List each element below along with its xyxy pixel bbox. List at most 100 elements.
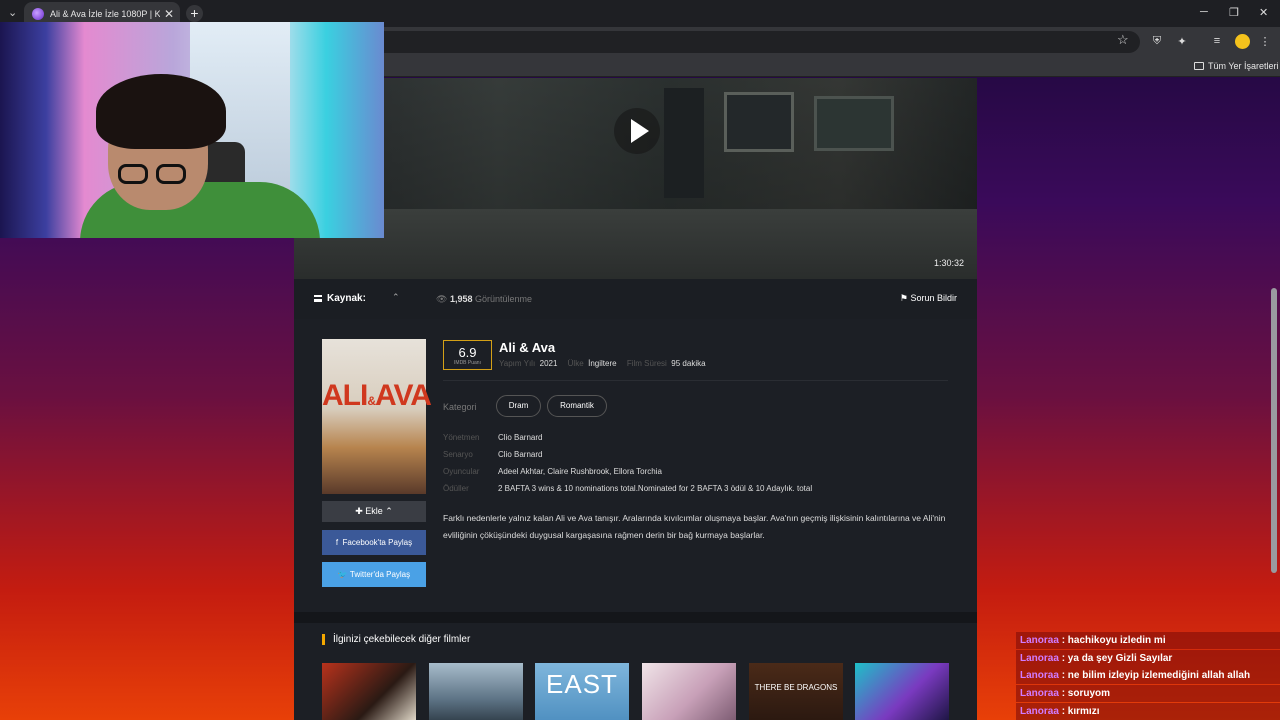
chat-message: Lanoraa : ya da şey Gizli Sayılar xyxy=(1016,650,1280,667)
view-count: 👁 1,958 Görüntülenme xyxy=(436,294,532,305)
folder-icon xyxy=(1194,62,1204,70)
source-selector[interactable]: Kaynak: xyxy=(314,293,366,304)
rating-source: IMDB Puanı xyxy=(454,360,481,366)
cast-value[interactable]: Adeel Akhtar, Claire Rushbrook, Ellora T… xyxy=(498,467,662,476)
twitter-share-button[interactable]: 🐦 Twitter'da Paylaş xyxy=(322,562,426,587)
page-scrollbar[interactable] xyxy=(1271,288,1277,573)
awards-label: Ödüller xyxy=(443,484,469,493)
film-description: Farklı nedenlerle yalnız kalan Ali ve Av… xyxy=(443,513,946,540)
minimize-icon[interactable]: ─ xyxy=(1200,6,1208,18)
writer-value[interactable]: Clio Barnard xyxy=(498,450,542,459)
poster-title-right: AVA xyxy=(375,379,432,412)
hamburger-icon xyxy=(314,295,322,302)
bookmark-star-icon[interactable]: ☆ xyxy=(1117,32,1129,48)
country-value: İngiltere xyxy=(588,359,617,368)
extension-shield-icon[interactable]: ⛨ xyxy=(1150,35,1164,49)
tab-search-chevron-icon[interactable]: ⌄ xyxy=(8,6,22,20)
chat-username: Lanoraa xyxy=(1020,670,1059,681)
related-film-thumb[interactable]: EAST xyxy=(535,663,629,720)
year-label: Yapım Yılı xyxy=(499,359,536,368)
chat-message: Lanoraa : kırmızı xyxy=(1016,703,1280,720)
chat-text: : hachikoyu izledin mi xyxy=(1061,635,1166,646)
facebook-share-button[interactable]: f Facebook'ta Paylaş xyxy=(322,530,426,555)
tab-close-icon[interactable]: ✕ xyxy=(164,7,174,21)
facebook-share-label: Facebook'ta Paylaş xyxy=(342,538,413,547)
stream-chat: Lanoraa : hachikoyu izledin mi Lanoraa :… xyxy=(1016,632,1280,720)
poster-title: ALI&AVA xyxy=(322,379,432,413)
poster-title-amp: & xyxy=(367,394,376,408)
source-bar: Kaynak: ⌃ 👁 1,958 Görüntülenme ⚑ Sorun B… xyxy=(294,279,977,319)
main-content: 1:30:32 Kaynak: ⌃ 👁 1,958 Görüntülenme ⚑… xyxy=(294,78,977,720)
chat-message: Lanoraa : soruyom xyxy=(1016,685,1280,702)
video-duration: 1:30:32 xyxy=(933,258,964,268)
views-label: Görüntülenme xyxy=(475,294,533,304)
film-title: Ali & Ava xyxy=(499,340,556,355)
related-title: İlginizi çekebilecek diğer filmler xyxy=(322,634,470,645)
cast-label: Oyuncular xyxy=(443,467,480,476)
views-number: 1,958 xyxy=(449,294,473,304)
related-film-thumb[interactable]: THERE BE DRAGONS xyxy=(749,663,843,720)
chat-username: Lanoraa xyxy=(1020,635,1059,646)
cam-person-hair xyxy=(96,74,226,149)
year-value: 2021 xyxy=(539,359,558,368)
all-bookmarks-folder[interactable]: Tüm Yer İşaretleri xyxy=(1194,61,1279,71)
menu-kebab-icon[interactable]: ⋮ xyxy=(1258,35,1272,49)
chat-message: Lanoraa : hachikoyu izledin mi xyxy=(1016,632,1280,649)
director-label: Yönetmen xyxy=(443,433,480,442)
chevron-up-icon[interactable]: ⌃ xyxy=(392,292,400,303)
new-tab-button[interactable]: + xyxy=(186,5,203,22)
country-label: Ülke xyxy=(567,359,584,368)
poster-title-left: ALI xyxy=(322,379,368,412)
video-player[interactable]: 1:30:32 xyxy=(294,78,977,279)
bookmarks-folder-label: Tüm Yer İşaretleri xyxy=(1208,61,1279,71)
cam-person-glasses xyxy=(118,164,190,184)
related-thumb-title: THERE BE DRAGONS xyxy=(754,683,838,692)
film-poster: ALI&AVA xyxy=(322,339,432,494)
twitter-share-label: Twitter'da Paylaş xyxy=(349,570,411,579)
report-problem-button[interactable]: ⚑ Sorun Bildir xyxy=(900,293,957,304)
category-chip-romantik[interactable]: Romantik xyxy=(547,395,607,417)
duration-label: Film Süresi xyxy=(626,359,667,368)
related-film-thumb[interactable] xyxy=(429,663,523,720)
scene-window xyxy=(814,96,894,151)
add-button[interactable]: ✚ Ekle ⌃ xyxy=(322,501,426,522)
chat-message: Lanoraa : ne bilim izleyip izlemediğini … xyxy=(1016,667,1280,684)
chat-text: : soruyom xyxy=(1061,688,1111,699)
tab-title: Ali & Ava İzle İzle 1080P | Kült F xyxy=(50,9,160,19)
twitter-icon: 🐦 xyxy=(337,570,348,579)
chat-username: Lanoraa xyxy=(1020,653,1059,664)
related-film-thumb[interactable] xyxy=(855,663,949,720)
play-icon xyxy=(631,119,649,143)
related-film-thumb[interactable] xyxy=(322,663,416,720)
rating-value: 6.9 xyxy=(458,345,477,360)
chat-text: : ya da şey Gizli Sayılar xyxy=(1061,653,1173,664)
duration-value: 95 dakika xyxy=(671,359,706,368)
flag-icon: ⚑ xyxy=(899,293,908,303)
chat-text: : kırmızı xyxy=(1061,706,1100,717)
chat-username: Lanoraa xyxy=(1020,688,1059,699)
related-films: İlginizi çekebilecek diğer filmler EAST … xyxy=(294,623,977,720)
profile-avatar[interactable] xyxy=(1235,34,1250,49)
director-value[interactable]: Clio Barnard xyxy=(498,433,542,442)
awards-value: 2 BAFTA 3 wins & 10 nominations total.No… xyxy=(498,484,813,493)
favicon-icon xyxy=(32,8,44,20)
play-button[interactable] xyxy=(614,108,660,154)
eye-icon: 👁 xyxy=(436,294,448,304)
category-chip-dram[interactable]: Dram xyxy=(496,395,541,417)
chat-text: : ne bilim izleyip izlemediğini allah al… xyxy=(1061,670,1251,681)
report-label: Sorun Bildir xyxy=(910,293,957,303)
extensions-puzzle-icon[interactable]: ✦ xyxy=(1175,35,1189,49)
related-film-thumb[interactable] xyxy=(642,663,736,720)
close-window-icon[interactable]: ✕ xyxy=(1259,6,1268,19)
writer-label: Senaryo xyxy=(443,450,473,459)
scene-wall xyxy=(294,209,977,279)
imdb-rating-badge: 6.9 IMDB Puanı xyxy=(443,340,492,370)
facebook-icon: f xyxy=(335,538,339,547)
related-thumb-title: EAST xyxy=(546,669,618,699)
maximize-icon[interactable]: ❐ xyxy=(1229,6,1239,19)
category-label: Kategori xyxy=(443,402,477,412)
media-queue-icon[interactable]: ≡ xyxy=(1210,35,1224,49)
film-details: ALI&AVA ✚ Ekle ⌃ f Facebook'ta Paylaş 🐦 … xyxy=(294,319,977,612)
webcam-overlay xyxy=(0,22,384,238)
film-meta: Yapım Yılı 2021 Ülke İngiltere Film Süre… xyxy=(499,359,714,368)
